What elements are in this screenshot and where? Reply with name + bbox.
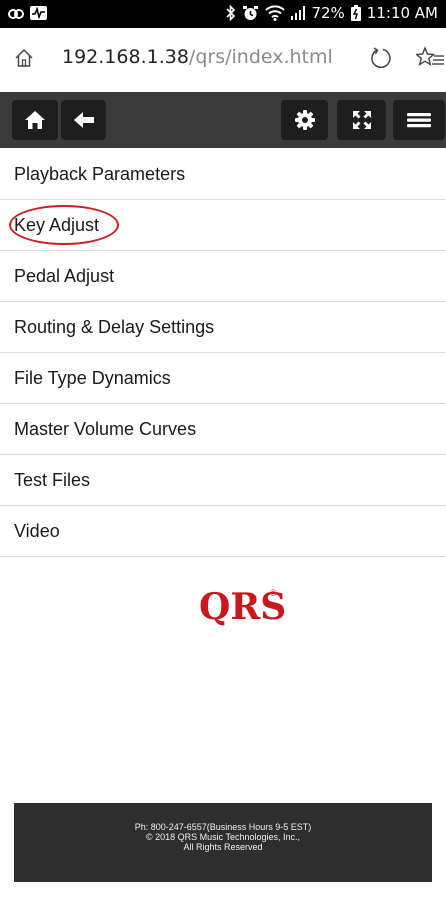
menu-item-playback-parameters[interactable]: Playback Parameters (0, 148, 446, 200)
menu-item-video[interactable]: Video (0, 506, 446, 557)
back-button[interactable] (61, 100, 106, 140)
highlight-circle-annotation (9, 205, 119, 245)
footer-copyright: © 2018 QRS Music Technologies, Inc., (145, 832, 301, 842)
hamburger-icon (407, 113, 431, 128)
app-toolbar (0, 92, 446, 148)
menu-item-pedal-adjust[interactable]: Pedal Adjust (0, 251, 446, 302)
menu-item-master-volume-curves[interactable]: Master Volume Curves (0, 404, 446, 455)
bluetooth-icon (226, 5, 236, 21)
settings-button[interactable] (281, 100, 328, 140)
home-button[interactable] (12, 100, 58, 140)
footer-phone: Ph: 800-247-6557(Business Hours 9-5 EST) (134, 822, 312, 832)
clock: 11:10 AM (366, 4, 438, 22)
wifi-icon (265, 5, 286, 21)
menu-item-test-files[interactable]: Test Files (0, 455, 446, 506)
status-right: 72% 11:10 AM (226, 4, 438, 22)
browser-home-icon[interactable] (14, 48, 34, 73)
registered-mark: ® (270, 588, 277, 598)
menu-button[interactable] (393, 100, 445, 140)
address-field[interactable]: 192.168.1.38/qrs/index.html (62, 46, 333, 68)
status-bar: 72% 11:10 AM (0, 0, 446, 28)
menu-item-file-type-dynamics[interactable]: File Type Dynamics (0, 353, 446, 404)
gear-icon (294, 110, 315, 130)
status-left (8, 6, 47, 20)
footer-rights: All Rights Reserved (183, 842, 263, 852)
health-monitor-icon (30, 6, 47, 20)
menu-item-routing-delay-settings[interactable]: Routing & Delay Settings (0, 302, 446, 353)
reload-icon[interactable] (369, 46, 393, 75)
fullscreen-button[interactable] (337, 100, 386, 140)
browser-url-bar: 192.168.1.38/qrs/index.html (0, 28, 446, 90)
settings-menu: Playback Parameters Key Adjust Pedal Adj… (0, 148, 446, 557)
alarm-icon (242, 5, 259, 21)
signal-icon (291, 6, 306, 20)
url-host: 192.168.1.38 (62, 46, 189, 68)
battery-icon (350, 5, 361, 21)
expand-icon (352, 111, 371, 129)
menu-item-key-adjust[interactable]: Key Adjust (0, 200, 446, 251)
voicemail-icon (8, 8, 24, 19)
battery-percent: 72% (311, 4, 345, 22)
footer: Ph: 800-247-6557(Business Hours 9-5 EST)… (14, 803, 432, 882)
url-path: /qrs/index.html (188, 46, 333, 68)
arrow-left-icon (73, 112, 94, 128)
bookmarks-icon[interactable] (414, 46, 444, 75)
home-icon (25, 111, 45, 129)
